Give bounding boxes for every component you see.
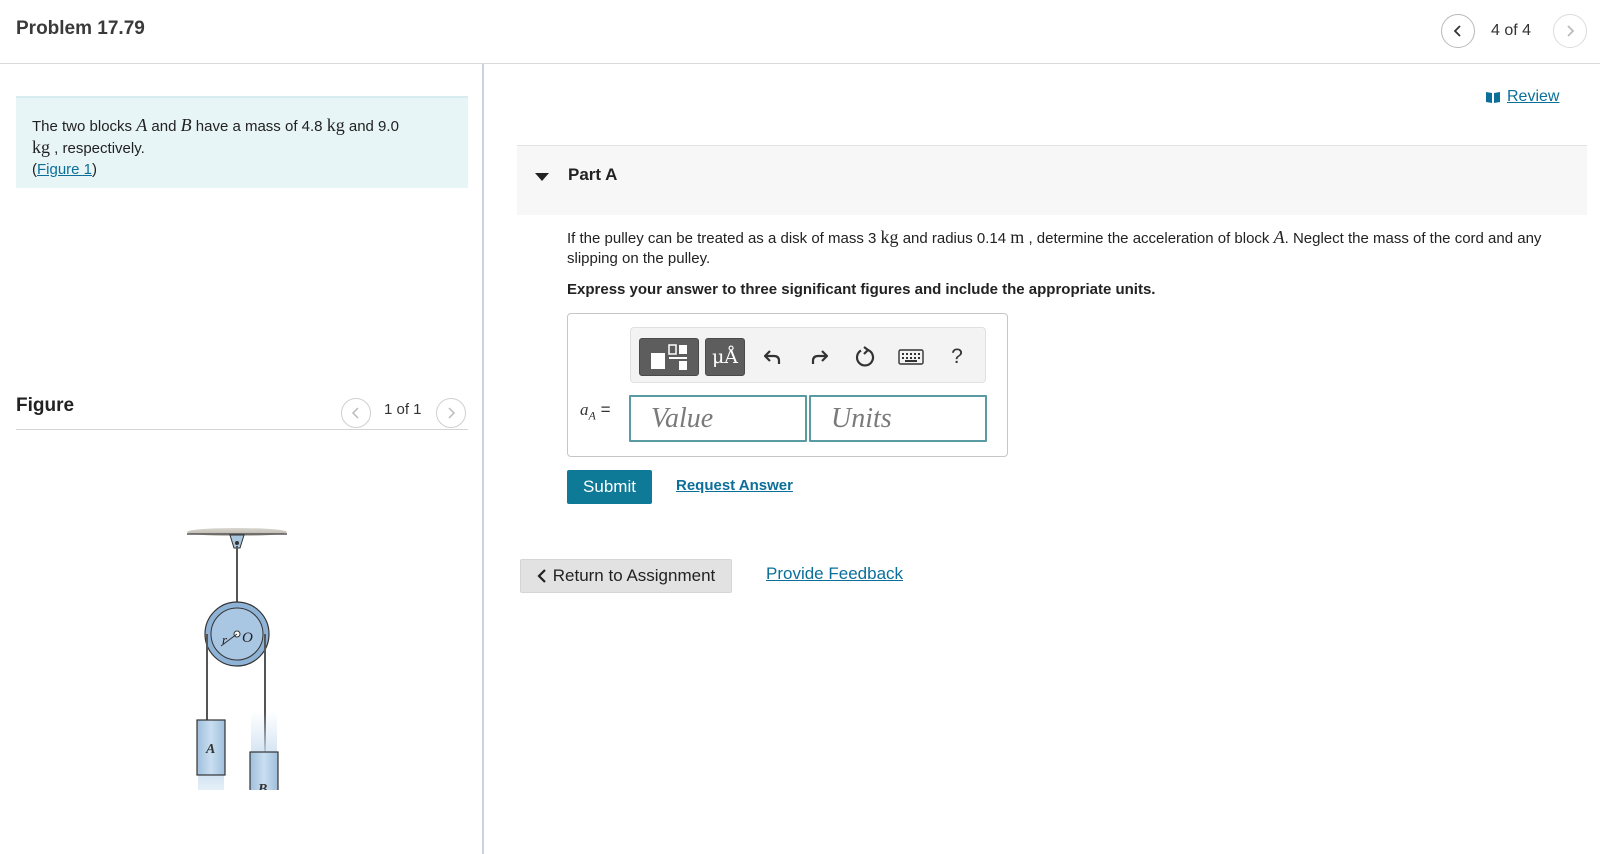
intro-var-b: B <box>180 115 192 135</box>
math-toolbar: μÅ ? <box>630 327 986 383</box>
help-button[interactable]: ? <box>939 338 975 376</box>
return-to-assignment-button[interactable]: Return to Assignment <box>520 559 732 593</box>
keyboard-icon <box>898 349 924 365</box>
value-input[interactable] <box>629 395 807 442</box>
collapse-caret-icon[interactable] <box>535 173 549 181</box>
question-segment: and radius 0.14 <box>902 230 1007 247</box>
previous-problem-button[interactable] <box>1441 14 1475 48</box>
part-label: Part A <box>568 165 618 184</box>
chevron-left-icon <box>351 407 359 419</box>
block-b-label: B <box>257 782 267 790</box>
intro-text: have a mass of 4.8 <box>195 118 323 135</box>
figure-header: Figure 1 of 1 <box>16 386 468 430</box>
question-segment: If the pulley can be treated as a disk o… <box>567 230 877 247</box>
chevron-left-icon <box>537 569 546 583</box>
chevron-right-icon <box>448 407 456 419</box>
part-a-header[interactable]: Part A <box>517 145 1587 215</box>
submit-button[interactable]: Submit <box>567 470 652 504</box>
pulley-figure: r O A B <box>187 528 287 790</box>
problem-intro: The two blocks A and B have a mass of 4.… <box>16 96 468 188</box>
reset-icon <box>855 346 875 367</box>
figure-counter: 1 of 1 <box>384 401 422 418</box>
intro-unit: kg <box>326 115 345 135</box>
problem-counter: 4 of 4 <box>1491 22 1532 39</box>
book-icon <box>1486 91 1500 103</box>
answer-variable-label: aA = <box>580 400 611 423</box>
redo-button[interactable] <box>801 338 837 376</box>
next-figure-button[interactable] <box>436 398 466 428</box>
question-segment: , determine the acceleration of block <box>1028 230 1270 247</box>
keyboard-button[interactable] <box>893 338 929 376</box>
header-bar: Problem 17.79 4 of 4 <box>0 0 1600 64</box>
figure-link-paren-close: ) <box>92 161 98 178</box>
problem-title: Problem 17.79 <box>16 18 145 39</box>
answer-instruction: Express your answer to three significant… <box>567 281 1156 298</box>
question-unit: kg <box>880 227 899 247</box>
block-a-label: A <box>205 742 215 757</box>
undo-button[interactable] <box>755 338 791 376</box>
intro-var-a: A <box>136 115 148 135</box>
intro-text: and <box>151 118 177 135</box>
question-unit: m <box>1010 227 1025 247</box>
question-text: If the pulley can be treated as a disk o… <box>567 227 1587 269</box>
intro-text: The two blocks <box>32 118 133 135</box>
intro-unit: kg <box>32 137 50 157</box>
review-label: Review <box>1507 88 1560 105</box>
units-input[interactable] <box>809 395 987 442</box>
redo-icon <box>811 350 829 364</box>
chevron-right-icon <box>1567 25 1575 37</box>
review-link[interactable]: Review <box>1485 88 1559 106</box>
templates-button[interactable] <box>639 338 699 376</box>
previous-figure-button[interactable] <box>341 398 371 428</box>
provide-feedback-link[interactable]: Provide Feedback <box>766 564 903 584</box>
undo-icon <box>763 350 781 364</box>
reset-button[interactable] <box>847 338 883 376</box>
answer-box: μÅ ? aA = Value Units <box>567 313 1008 457</box>
figure-label: Figure <box>16 395 75 416</box>
return-label: Return to Assignment <box>552 566 716 585</box>
chevron-left-icon <box>1453 25 1461 37</box>
question-var: A <box>1273 227 1285 247</box>
units-button[interactable]: μÅ <box>705 338 745 376</box>
request-answer-link[interactable]: Request Answer <box>676 477 793 494</box>
templates-icon <box>651 344 687 370</box>
answer-var-subscript: A <box>588 408 596 423</box>
intro-text: , respectively. <box>54 140 145 157</box>
figure-link[interactable]: Figure 1 <box>37 161 92 178</box>
center-label: O <box>242 630 253 646</box>
next-problem-button[interactable] <box>1553 14 1587 48</box>
intro-text: and 9.0 <box>348 118 399 135</box>
answer-var: a <box>580 400 589 419</box>
equals-sign: = <box>600 400 611 419</box>
